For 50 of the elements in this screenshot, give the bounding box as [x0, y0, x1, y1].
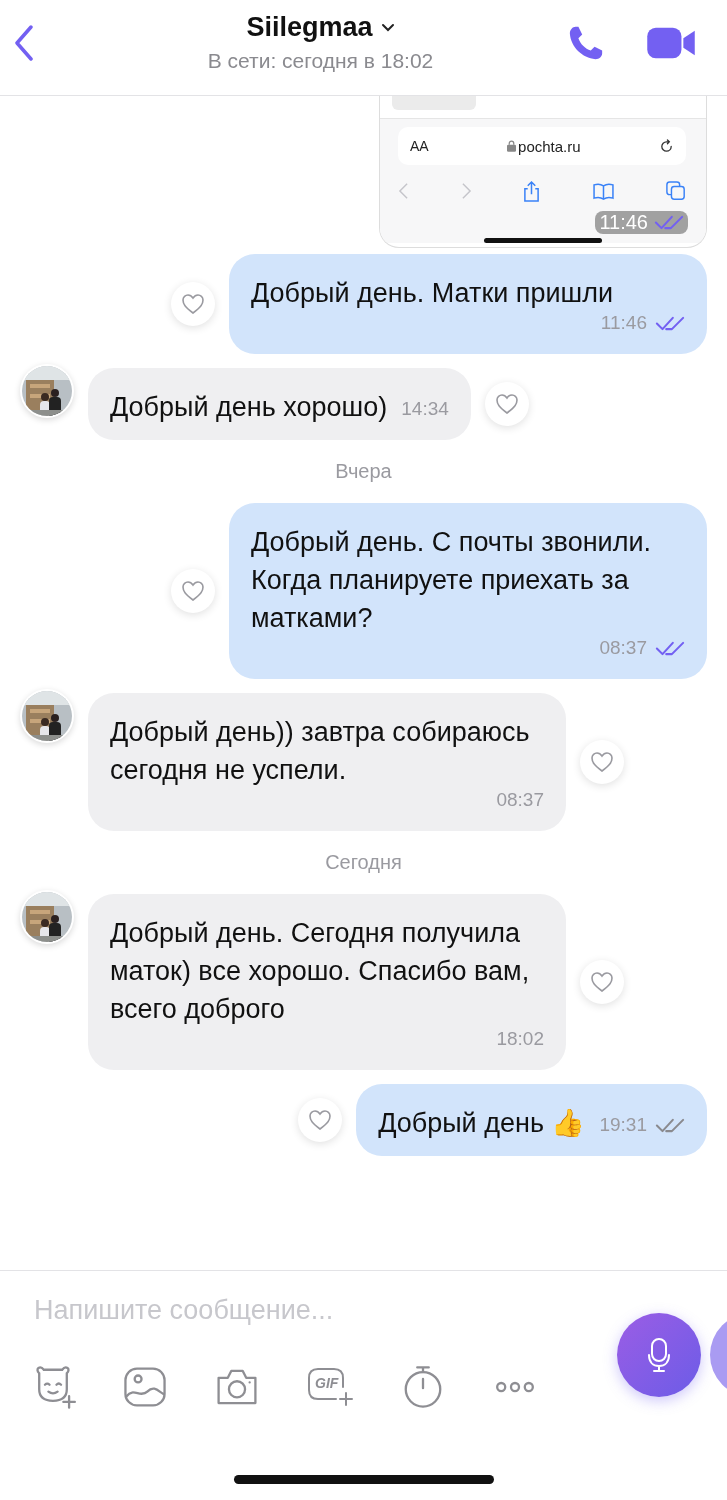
like-button[interactable]	[171, 282, 215, 326]
image-icon[interactable]	[122, 1364, 168, 1410]
like-button[interactable]	[484, 382, 529, 426]
contact-name[interactable]: Siilegmaa	[246, 12, 373, 43]
incoming-message[interactable]: Добрый день хорошо) 14:34	[88, 368, 471, 440]
gif-frame-drawing	[306, 1365, 354, 1409]
message-text: Добрый день)) завтра собираюсь сегодня не успели.	[110, 716, 531, 787]
date-separator: Сегодня	[325, 851, 402, 874]
heart-icon	[308, 1109, 333, 1131]
heart-icon	[181, 293, 205, 315]
message-text: Добрый день 👍	[378, 1107, 586, 1140]
message-time: 18:02	[496, 1028, 544, 1050]
message-time: 11:46	[600, 312, 647, 334]
message-time: 11:46	[599, 211, 648, 234]
heart-icon	[494, 393, 519, 415]
message-text: Добрый день. С почты звонили. Когда планируете приехать за матками?	[251, 526, 652, 635]
share-icon	[523, 180, 540, 202]
message-time: 08:37	[599, 637, 647, 659]
heart-icon	[590, 751, 614, 773]
message-text: Добрый день хорошо)	[110, 391, 388, 424]
message-time: 14:34	[401, 398, 449, 420]
like-button[interactable]	[580, 740, 624, 784]
incoming-message[interactable]: Добрый день. Сегодня получила маток) все хорошо. Спасибо вам, всего доброго 18:02	[88, 894, 566, 1070]
url-text: pochta.ru	[518, 137, 581, 155]
screenshot-message[interactable]: AA pochta.ru 11:46	[379, 96, 707, 248]
voice-message-button[interactable]	[617, 1313, 701, 1397]
text-size-label: AA	[410, 138, 429, 154]
like-button[interactable]	[171, 569, 215, 613]
message-text: Добрый день. Матки пришли	[251, 277, 614, 310]
outgoing-message[interactable]: Добрый день. Матки пришли 11:46	[229, 254, 707, 354]
message-time: 19:31	[599, 1114, 647, 1136]
back-icon[interactable]	[14, 24, 34, 61]
tabs-icon	[666, 181, 686, 201]
outgoing-message[interactable]: Добрый день. С почты звонили. Когда планируете приехать за матками? 08:37	[229, 503, 707, 679]
microphone-icon	[647, 1337, 671, 1373]
message-time: 08:37	[496, 789, 544, 811]
book-icon	[591, 182, 615, 200]
like-button[interactable]	[298, 1098, 343, 1142]
heart-icon	[181, 580, 205, 602]
like-button[interactable]	[580, 960, 624, 1004]
reload-icon	[659, 138, 674, 154]
outgoing-message[interactable]: Добрый день 👍 19:31	[356, 1084, 707, 1156]
message-text: Добрый день. Сегодня получила маток) все хорошо. Спасибо вам, всего доброго	[110, 917, 531, 1026]
date-separator: Вчера	[335, 460, 392, 483]
incoming-message[interactable]: Добрый день)) завтра собираюсь сегодня не успели. 08:37	[88, 693, 566, 831]
last-seen-status: В сети: сегодня в 18:02	[207, 49, 434, 73]
chevron-down-icon[interactable]	[380, 22, 395, 33]
heart-icon	[590, 971, 614, 993]
message-field[interactable]: Напишите сообщение...	[30, 1295, 598, 1326]
lock-icon	[507, 140, 517, 152]
